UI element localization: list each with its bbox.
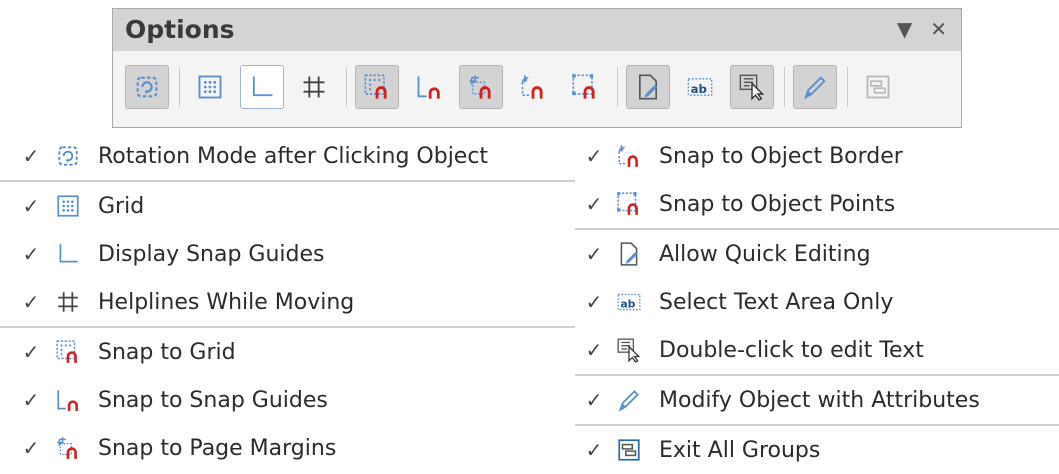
check-icon: ✓ [22,340,40,364]
menu-item-snap-to-object-border[interactable]: ✓ Snap to Object Border [575,132,1059,180]
snap-to-object-points-icon [613,188,645,220]
snap-guides-button[interactable] [240,65,284,109]
menu-item-label: Snap to Grid [98,339,236,365]
snap-to-snap-guides-icon [52,384,84,416]
menu-item-label: Grid [98,193,145,219]
helplines-icon [300,73,328,101]
snap-to-page-margins-button[interactable] [459,65,503,109]
menu-item-exit-all-groups[interactable]: ✓ Exit All Groups [575,424,1059,474]
snap-to-grid-icon [52,336,84,368]
menu-column-right: ✓ Snap to Object Border ✓ Snap to Object… [575,132,1059,474]
menu-item-snap-to-grid[interactable]: ✓ Snap to Grid [0,326,575,376]
menu-item-select-text-area-only[interactable]: ✓ Select Text Area Only [575,278,1059,326]
quick-editing-icon [613,238,645,270]
helplines-button[interactable] [292,65,336,109]
check-icon: ✓ [585,242,603,266]
menu-item-rotation-mode[interactable]: ✓ Rotation Mode after Clicking Object [0,132,575,180]
check-icon: ✓ [585,438,603,462]
snap-to-object-points-button[interactable] [563,65,607,109]
exit-groups-icon [613,434,645,466]
options-panel: Options ▼ ✕ [112,8,962,128]
quick-editing-icon [634,73,662,101]
snap-guides-icon [52,238,84,270]
check-icon: ✓ [585,290,603,314]
check-icon: ✓ [585,338,603,362]
toolbar-separator [346,67,347,107]
panel-header: Options ▼ ✕ [113,9,961,51]
menu-item-label: Snap to Object Border [659,143,903,169]
check-icon: ✓ [585,388,603,412]
grid-icon [196,73,224,101]
menu-item-modify-object-with-attributes[interactable]: ✓ Modify Object with Attributes [575,374,1059,424]
check-icon: ✓ [585,192,603,216]
snap-to-object-border-icon [519,73,547,101]
panel-controls: ▼ ✕ [897,18,947,40]
menu-item-label: Exit All Groups [659,437,821,463]
menu-item-helplines[interactable]: ✓ Helplines While Moving [0,278,575,326]
snap-guides-icon [248,73,276,101]
menu-item-snap-to-page-margins[interactable]: ✓ Snap to Page Margins [0,424,575,472]
menu-column-left: ✓ Rotation Mode after Clicking Object ✓ … [0,132,575,472]
modify-attributes-button[interactable] [793,65,837,109]
select-text-area-icon [613,286,645,318]
exit-groups-button[interactable] [856,65,900,109]
snap-to-grid-button[interactable] [355,65,399,109]
snap-to-page-margins-icon [467,73,495,101]
snap-to-page-margins-icon [52,432,84,464]
options-toolbar [125,59,908,115]
menu-item-snap-to-object-points[interactable]: ✓ Snap to Object Points [575,180,1059,228]
menu-item-grid[interactable]: ✓ Grid [0,180,575,230]
check-icon: ✓ [22,436,40,460]
rotation-mode-icon [52,140,84,172]
dropdown-arrow-icon[interactable]: ▼ [897,18,912,40]
toolbar-separator [847,67,848,107]
rotation-mode-icon [133,73,161,101]
menu-item-label: Snap to Page Margins [98,435,337,461]
check-icon: ✓ [22,242,40,266]
double-click-edit-icon [613,334,645,366]
menu-item-label: Select Text Area Only [659,289,894,315]
menu-item-label: Snap to Snap Guides [98,387,328,413]
modify-attributes-icon [801,73,829,101]
snap-to-object-points-icon [571,73,599,101]
menu-item-label: Modify Object with Attributes [659,387,980,413]
snap-to-grid-icon [363,73,391,101]
exit-groups-icon [864,73,892,101]
menu-item-allow-quick-editing[interactable]: ✓ Allow Quick Editing [575,228,1059,278]
toolbar-separator [617,67,618,107]
snap-to-object-border-button[interactable] [511,65,555,109]
select-text-area-button[interactable] [678,65,722,109]
menu-item-label: Rotation Mode after Clicking Object [98,143,489,169]
menu-item-double-click-edit-text[interactable]: ✓ Double-click to edit Text [575,326,1059,374]
quick-editing-button[interactable] [626,65,670,109]
menu-item-display-snap-guides[interactable]: ✓ Display Snap Guides [0,230,575,278]
snap-to-snap-guides-button[interactable] [407,65,451,109]
toolbar-separator [784,67,785,107]
check-icon: ✓ [22,144,40,168]
menu-item-label: Allow Quick Editing [659,241,871,267]
helplines-icon [52,286,84,318]
modify-attributes-icon [613,384,645,416]
check-icon: ✓ [22,194,40,218]
menu-item-label: Snap to Object Points [659,191,896,217]
double-click-edit-icon [738,73,766,101]
close-icon[interactable]: ✕ [930,18,947,40]
snap-to-snap-guides-icon [415,73,443,101]
double-click-edit-button[interactable] [730,65,774,109]
check-icon: ✓ [585,144,603,168]
menu-item-snap-to-snap-guides[interactable]: ✓ Snap to Snap Guides [0,376,575,424]
check-icon: ✓ [22,388,40,412]
panel-title: Options [125,15,235,44]
menu-item-label: Display Snap Guides [98,241,325,267]
rotation-mode-button[interactable] [125,65,169,109]
toolbar-separator [179,67,180,107]
select-text-area-icon [686,73,714,101]
grid-icon [52,190,84,222]
check-icon: ✓ [22,290,40,314]
snap-to-object-border-icon [613,140,645,172]
menu-item-label: Helplines While Moving [98,289,355,315]
grid-button[interactable] [188,65,232,109]
menu-item-label: Double-click to edit Text [659,337,924,363]
